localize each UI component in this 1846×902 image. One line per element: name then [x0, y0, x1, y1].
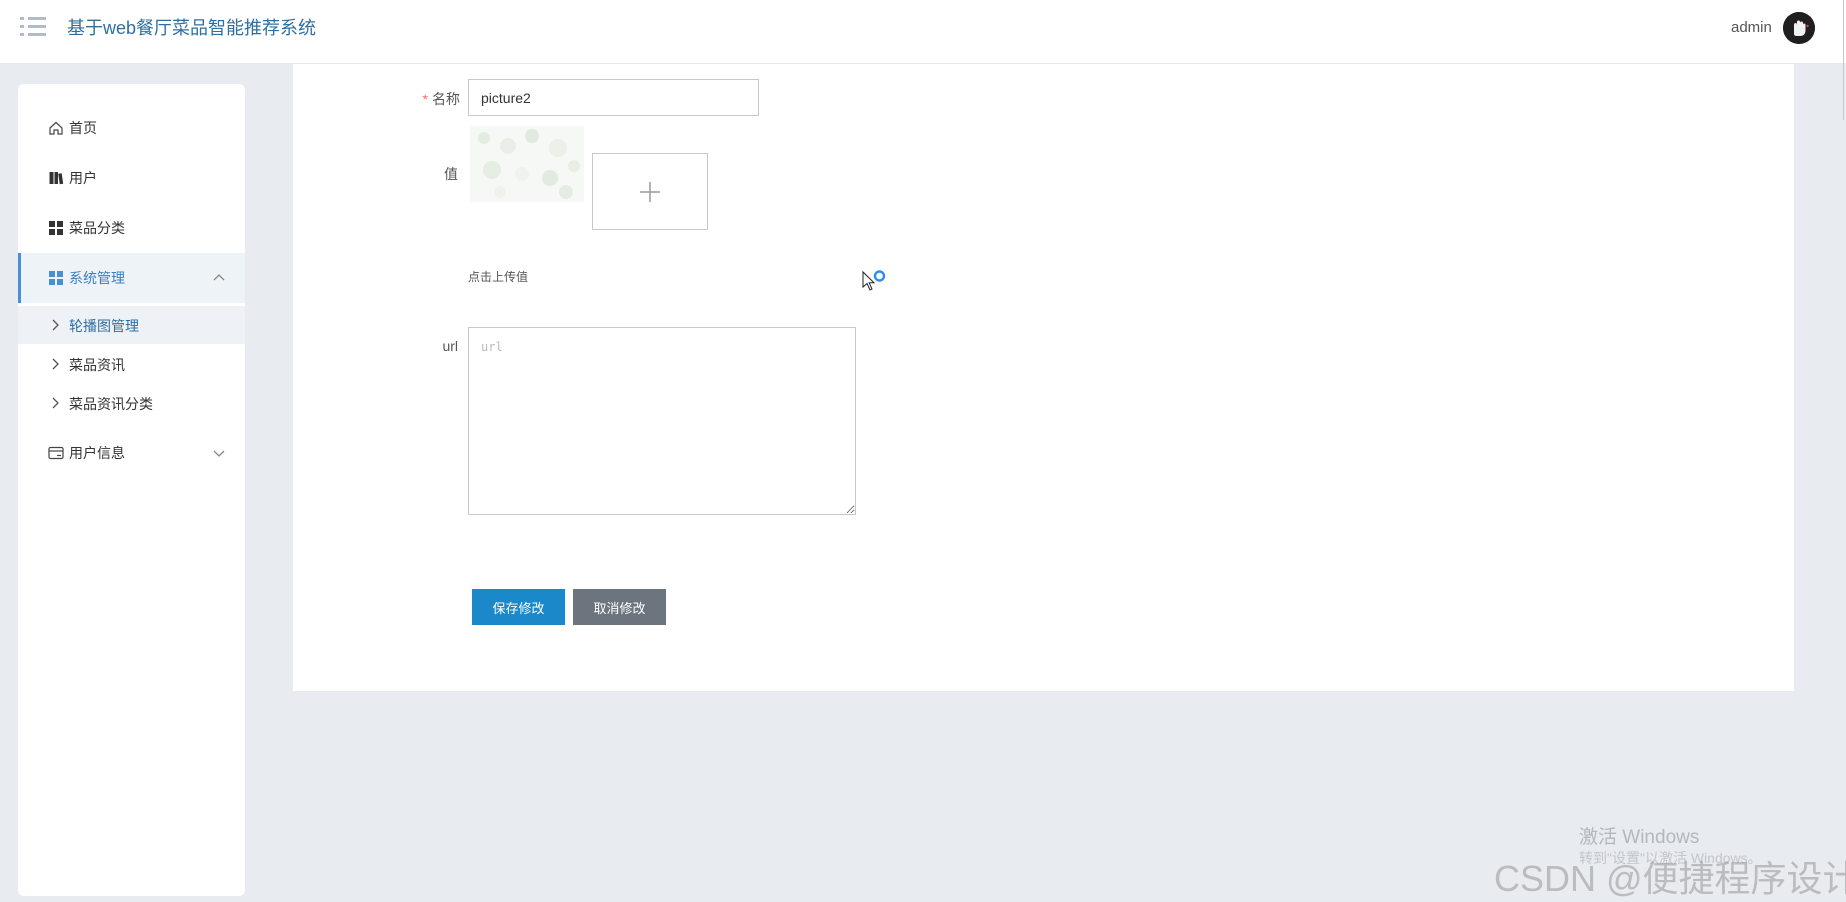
card-icon	[48, 446, 64, 460]
menu-toggle-icon[interactable]	[18, 14, 52, 44]
uploaded-image-thumbnail[interactable]	[470, 126, 584, 202]
sidebar-item-home[interactable]: 首页	[18, 105, 245, 151]
grid-icon	[49, 271, 63, 285]
name-label-text: 名称	[432, 91, 460, 107]
sidebar-item-label: 用户	[69, 170, 97, 186]
csdn-watermark: CSDN @便捷程序设计	[1494, 858, 1846, 899]
chevron-right-icon	[52, 358, 59, 370]
value-label: 值	[444, 166, 458, 182]
sidebar-item-users[interactable]: 用户	[18, 155, 245, 201]
name-input[interactable]	[468, 79, 759, 116]
cancel-button[interactable]: 取消修改	[573, 589, 666, 625]
upload-button[interactable]	[592, 153, 708, 230]
sidebar-item-label: 首页	[69, 120, 97, 136]
windows-activation-watermark: 激活 Windows	[1579, 827, 1700, 848]
sidebar-item-label: 菜品分类	[69, 220, 125, 236]
save-button[interactable]: 保存修改	[472, 589, 565, 625]
chevron-right-icon	[52, 397, 59, 409]
required-mark: *	[422, 91, 428, 107]
sidebar-item-label: 系统管理	[69, 270, 125, 286]
chevron-up-icon	[213, 274, 225, 281]
url-textarea[interactable]	[468, 327, 856, 515]
user-name[interactable]: admin	[1731, 18, 1772, 38]
sidebar-subitem-label: 菜品资讯分类	[69, 396, 153, 412]
sidebar-item-user-info[interactable]: 用户信息	[18, 430, 245, 476]
avatar[interactable]	[1783, 12, 1815, 44]
sidebar-subitem-carousel[interactable]: 轮播图管理	[18, 306, 245, 344]
grid-icon	[49, 221, 63, 235]
top-header: 基于web餐厅菜品智能推荐系统 admin	[0, 0, 1846, 64]
avatar-hand-icon	[1783, 12, 1815, 44]
upload-hint: 点击上传值	[468, 270, 529, 284]
home-icon	[49, 121, 63, 135]
url-label: url	[442, 338, 458, 354]
busy-cursor-icon	[862, 270, 886, 291]
app-title: 基于web餐厅菜品智能推荐系统	[67, 18, 317, 38]
sidebar-subitem-label: 菜品资讯	[69, 357, 125, 373]
name-label: * 名称	[418, 89, 460, 109]
sidebar-item-dish-category[interactable]: 菜品分类	[18, 205, 245, 251]
sidebar-subitem-label: 轮播图管理	[69, 318, 139, 334]
chevron-down-icon	[213, 450, 225, 457]
scrollbar-track[interactable]	[1843, 0, 1844, 120]
sidebar-item-system[interactable]: 系统管理	[18, 253, 245, 303]
plus-icon	[640, 181, 660, 202]
book-icon	[49, 172, 64, 185]
sidebar-subitem-dish-news-category[interactable]: 菜品资讯分类	[18, 384, 245, 422]
chevron-right-icon	[52, 319, 59, 331]
sidebar-subitem-dish-news[interactable]: 菜品资讯	[18, 345, 245, 383]
sidebar-item-label: 用户信息	[69, 445, 125, 461]
sidebar: 首页 用户 菜品分类 系统管理 轮播图管理 菜品资讯 菜品资讯分类 用户信息	[18, 84, 245, 896]
